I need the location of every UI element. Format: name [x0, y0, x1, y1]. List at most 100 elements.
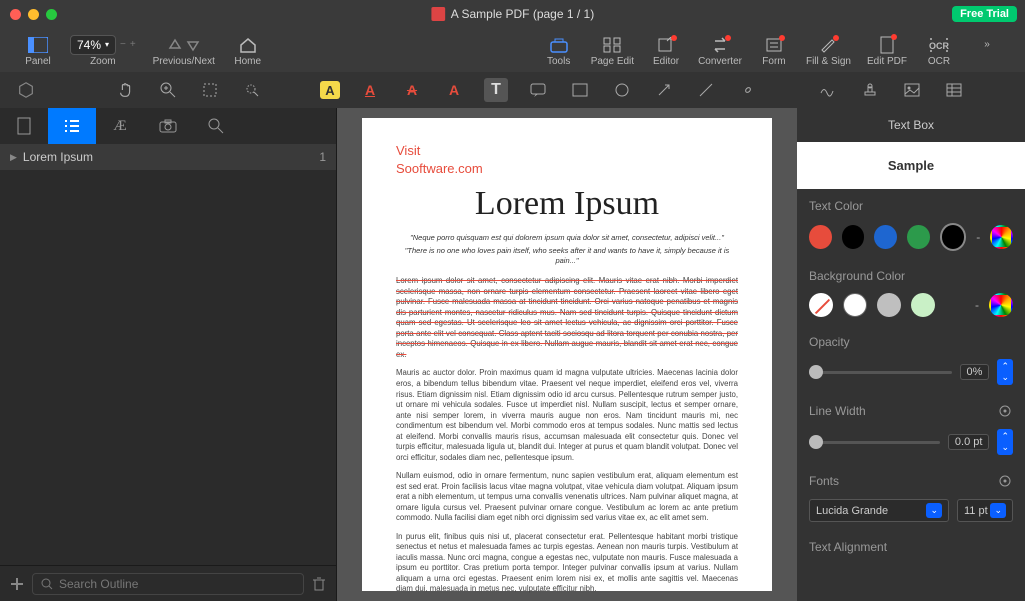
bg-color-swatches: - [797, 289, 1025, 325]
sidebar-tabs: Æ [0, 108, 336, 144]
swatch-blue[interactable] [874, 225, 897, 249]
swatch-green[interactable] [907, 225, 930, 249]
tools-button[interactable]: Tools [535, 34, 583, 67]
fonts-label: Fonts [797, 463, 1025, 495]
reset-icon[interactable] [997, 403, 1013, 419]
sidebar-left: Æ ▶ Lorem Ipsum 1 Search Outline [0, 108, 337, 601]
bg-color-label: Background Color [797, 259, 1025, 289]
swatch-custom-bg[interactable] [989, 293, 1013, 317]
delete-outline-button[interactable] [312, 576, 326, 592]
area-select-icon[interactable] [198, 78, 222, 102]
swatch-black-selected[interactable] [940, 223, 966, 251]
line-width-stepper[interactable]: ⌃⌄ [997, 429, 1013, 455]
minimize-window-button[interactable] [28, 9, 39, 20]
page-edit-button[interactable]: Page Edit [583, 34, 642, 67]
arrow-up-icon[interactable] [168, 38, 182, 52]
tab-outline[interactable] [48, 108, 96, 144]
swatch-white[interactable] [843, 293, 867, 317]
link-tool-icon[interactable] [736, 78, 760, 102]
document-quote2: "There is no one who loves pain itself, … [396, 246, 738, 266]
swatch-black[interactable] [842, 225, 865, 249]
inspector-panel: Text Box Sample Text Color - Background … [797, 108, 1025, 601]
swatch-none[interactable] [809, 293, 833, 317]
fill-sign-button[interactable]: Fill & Sign [798, 34, 859, 67]
table-tool-icon[interactable] [942, 78, 966, 102]
close-window-button[interactable] [10, 9, 21, 20]
toolbox-icon [550, 37, 568, 53]
text-box-tool[interactable]: T [484, 78, 508, 102]
swatch-custom-color[interactable] [990, 225, 1013, 249]
line-width-slider[interactable] [809, 441, 940, 444]
line-width-value[interactable]: 0.0 pt [948, 434, 990, 450]
opacity-stepper[interactable]: ⌃⌄ [997, 359, 1013, 385]
tab-thumbnails[interactable] [0, 108, 48, 144]
outline-item-page: 1 [319, 150, 326, 164]
panel-button[interactable]: Panel [14, 34, 62, 67]
opacity-value[interactable]: 0% [960, 364, 990, 380]
note-tool-icon[interactable] [526, 78, 550, 102]
opacity-slider[interactable] [809, 371, 952, 374]
signature-tool-icon[interactable] [816, 78, 840, 102]
squiggle-tool[interactable]: A [442, 78, 466, 102]
search-outline-input[interactable]: Search Outline [32, 573, 304, 595]
inspector-title: Text Box [797, 108, 1025, 142]
zoom-select[interactable]: 74%▾ [70, 35, 116, 55]
swatch-grey[interactable] [877, 293, 901, 317]
document-quote1: "Neque porro quisquam est qui dolorem ip… [396, 233, 738, 243]
reset-icon[interactable] [997, 473, 1013, 489]
outline-list: ▶ Lorem Ipsum 1 [0, 144, 336, 565]
rectangle-tool-icon[interactable] [568, 78, 592, 102]
tab-annotations[interactable]: Æ [96, 108, 144, 144]
opacity-label: Opacity [797, 325, 1025, 355]
highlight-tool[interactable]: A [320, 81, 340, 99]
outline-item[interactable]: ▶ Lorem Ipsum 1 [0, 144, 336, 170]
zoom-tool-icon[interactable] [156, 78, 180, 102]
paragraph-2: Mauris ac auctor dolor. Proin maximus qu… [396, 368, 738, 463]
stamp-tool-icon[interactable] [858, 78, 882, 102]
tab-search[interactable] [192, 108, 240, 144]
sample-preview: Sample [797, 142, 1025, 189]
paragraph-1: Lorem ipsum dolor sit amet, consectetur … [396, 276, 738, 360]
overflow-button[interactable]: » [963, 34, 1011, 67]
swatch-lightgreen[interactable] [911, 293, 935, 317]
zoom-window-button[interactable] [46, 9, 57, 20]
text-color-swatches: - [797, 219, 1025, 259]
ocr-icon: OCR [929, 37, 949, 53]
line-tool-icon[interactable] [694, 78, 718, 102]
paragraph-4: In purus elit, finibus quis nisi ut, pla… [396, 532, 738, 595]
main-toolbar: Panel 74%▾ −+ Zoom Previous/Next Home To… [0, 28, 1025, 72]
marquee-zoom-icon[interactable] [240, 78, 264, 102]
line-width-label: Line Width [797, 393, 1025, 425]
settings-hex-icon[interactable] [14, 78, 38, 102]
arrow-tool-icon[interactable] [652, 78, 676, 102]
strikethrough-tool[interactable]: A [400, 78, 424, 102]
tab-snapshot[interactable] [144, 108, 192, 144]
grid-icon [603, 37, 621, 53]
alignment-label: Text Alignment [797, 530, 1025, 560]
prev-next-buttons[interactable]: Previous/Next [144, 34, 224, 67]
document-viewport[interactable]: Visit Sooftware.com Lorem Ipsum "Neque p… [337, 108, 797, 601]
arrow-down-icon[interactable] [186, 38, 200, 52]
edit-pdf-button[interactable]: Edit PDF [859, 34, 915, 67]
hand-tool-icon[interactable] [114, 78, 138, 102]
form-button[interactable]: Form [750, 34, 798, 67]
ocr-button[interactable]: OCR OCR [915, 34, 963, 67]
converter-button[interactable]: Converter [690, 34, 750, 67]
zoom-control[interactable]: 74%▾ −+ Zoom [62, 34, 144, 67]
home-button[interactable]: Home [224, 34, 272, 67]
free-trial-badge[interactable]: Free Trial [952, 6, 1017, 22]
document-title: Lorem Ipsum [396, 181, 738, 227]
zoom-label: Zoom [90, 56, 116, 67]
font-size-select[interactable]: 11 pt⌄ [957, 499, 1013, 522]
home-icon [239, 37, 257, 53]
image-tool-icon[interactable] [900, 78, 924, 102]
font-family-select[interactable]: Lucida Grande⌄ [809, 499, 949, 522]
circle-tool-icon[interactable] [610, 78, 634, 102]
swatch-red[interactable] [809, 225, 832, 249]
svg-text:OCR: OCR [929, 41, 949, 51]
editor-button[interactable]: Editor [642, 34, 690, 67]
search-icon [41, 578, 53, 590]
underline-tool[interactable]: A [358, 78, 382, 102]
add-outline-button[interactable] [10, 577, 24, 591]
pdf-page: Visit Sooftware.com Lorem Ipsum "Neque p… [362, 118, 772, 591]
